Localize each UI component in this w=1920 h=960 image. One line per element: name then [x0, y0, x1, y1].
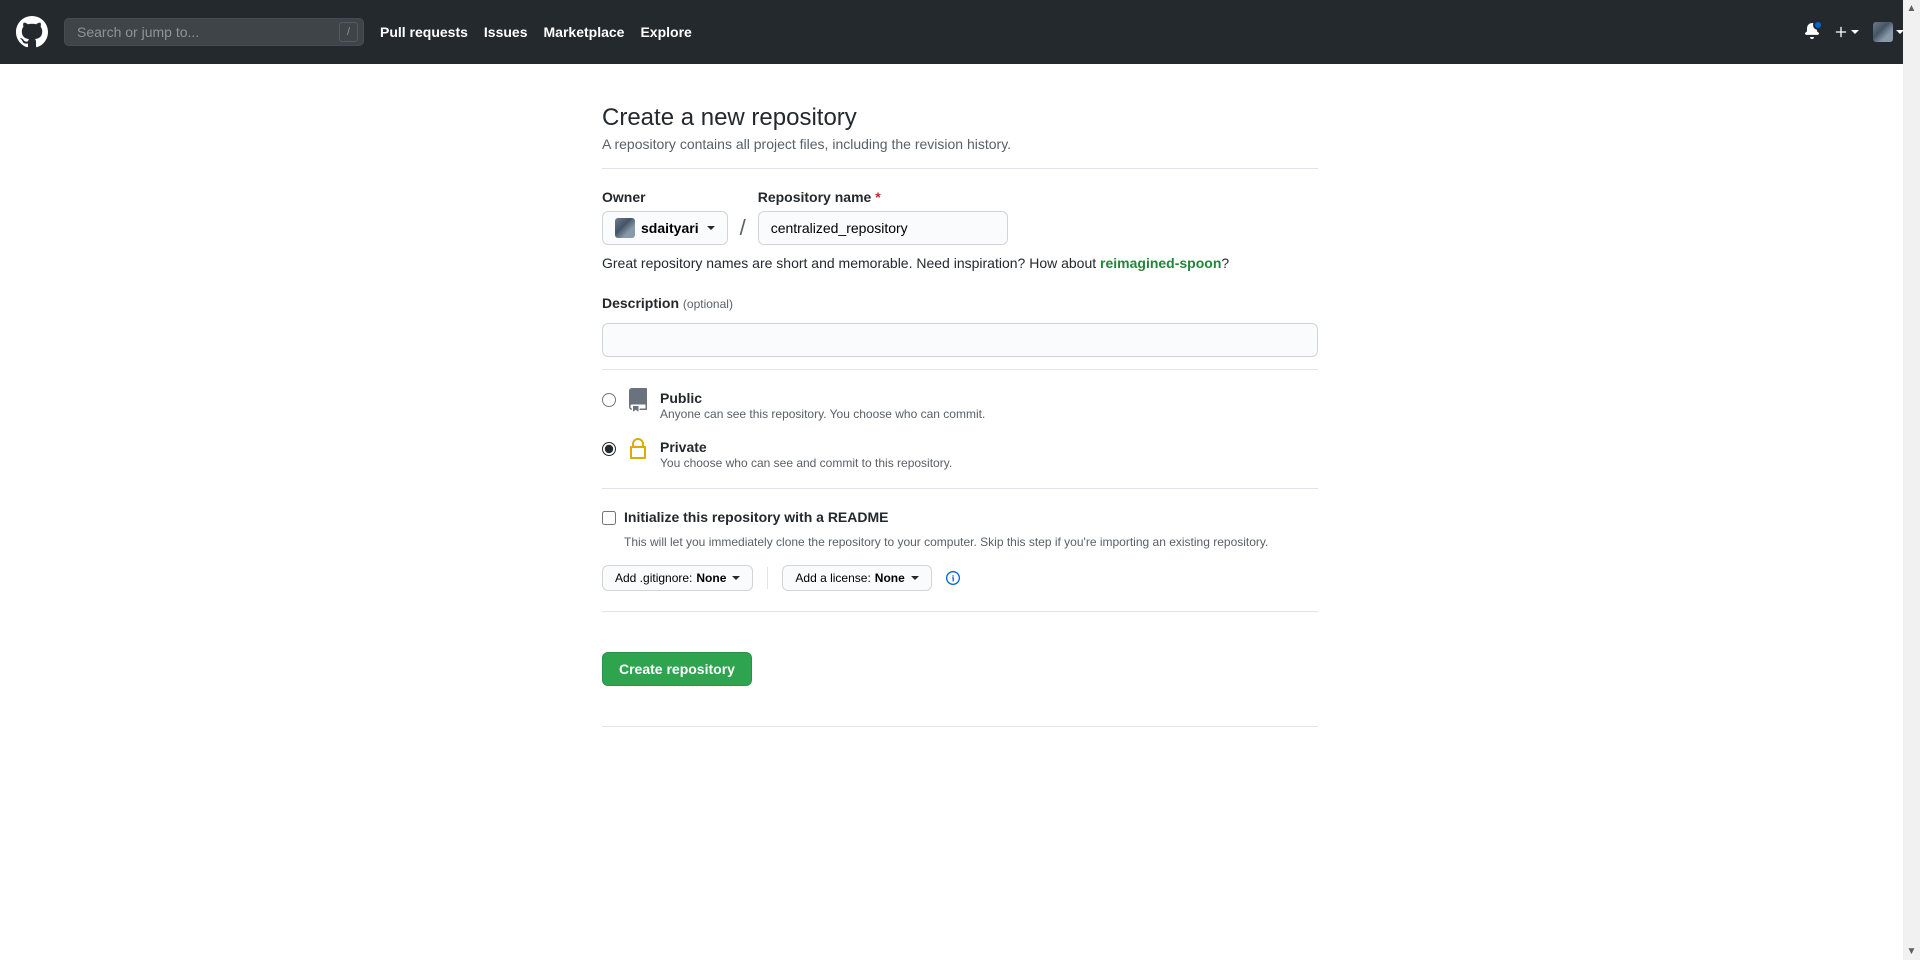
public-title: Public [660, 390, 985, 406]
init-readme-row: Initialize this repository with a README [602, 509, 1318, 531]
nav-links: Pull requests Issues Marketplace Explore [380, 24, 692, 40]
owner-field: Owner sdaityari [602, 189, 728, 245]
repo-name-field: Repository name [758, 189, 1008, 245]
caret-down-icon [911, 576, 919, 580]
slash-separator: / [740, 215, 746, 245]
scroll-up-arrow[interactable]: ▲ [1903, 0, 1920, 17]
repo-icon [626, 388, 650, 415]
visibility-public-option: Public Anyone can see this repository. Y… [602, 390, 1318, 421]
caret-down-icon [732, 576, 740, 580]
main-content: Create a new repository A repository con… [602, 64, 1318, 787]
repo-name-label: Repository name [758, 189, 1008, 205]
page-title: Create a new repository [602, 104, 1318, 132]
search-wrap: / [64, 18, 364, 46]
page-subtitle: A repository contains all project files,… [602, 136, 1318, 152]
lock-icon [626, 437, 650, 464]
gitignore-value: None [696, 571, 726, 585]
gitignore-select-button[interactable]: Add .gitignore: None [602, 565, 753, 591]
license-select-button[interactable]: Add a license: None [782, 565, 931, 591]
avatar [615, 218, 635, 238]
notification-dot [1813, 20, 1823, 30]
caret-down-icon [1851, 30, 1859, 34]
owner-label: Owner [602, 189, 728, 205]
owner-name: sdaityari [641, 220, 699, 236]
nav-marketplace[interactable]: Marketplace [544, 24, 625, 40]
create-new-menu[interactable] [1834, 25, 1859, 39]
nav-explore[interactable]: Explore [640, 24, 691, 40]
avatar [1873, 22, 1893, 42]
name-hint: Great repository names are short and mem… [602, 255, 1318, 271]
visibility-private-option: Private You choose who can see and commi… [602, 439, 1318, 470]
scroll-down-arrow[interactable]: ▼ [1903, 943, 1920, 960]
owner-select-button[interactable]: sdaityari [602, 211, 728, 245]
divider [602, 369, 1318, 370]
private-title: Private [660, 439, 952, 455]
public-text: Public Anyone can see this repository. Y… [660, 390, 985, 421]
name-suggestion-link[interactable]: reimagined-spoon [1100, 255, 1221, 271]
optional-text: (optional) [683, 297, 733, 311]
header-right [1804, 22, 1904, 42]
user-menu[interactable] [1873, 22, 1904, 42]
init-readme-label: Initialize this repository with a README [624, 509, 888, 525]
init-readme-checkbox[interactable] [602, 511, 616, 525]
scrollbar[interactable]: ▲ ▼ [1903, 0, 1920, 960]
owner-name-row: Owner sdaityari / Repository name [602, 189, 1318, 245]
init-readme-note: This will let you immediately clone the … [624, 535, 1318, 549]
private-radio[interactable] [602, 442, 616, 456]
description-input[interactable] [602, 323, 1318, 357]
search-input[interactable] [64, 18, 364, 46]
description-field: Description (optional) [602, 295, 1318, 357]
repo-name-input[interactable] [758, 211, 1008, 245]
nav-pull-requests[interactable]: Pull requests [380, 24, 468, 40]
private-note: You choose who can see and commit to thi… [660, 456, 952, 470]
create-repository-button[interactable]: Create repository [602, 652, 752, 686]
options-row: Add .gitignore: None Add a license: None [602, 565, 1318, 591]
global-header: / Pull requests Issues Marketplace Explo… [0, 0, 1920, 64]
hint-prefix: Great repository names are short and mem… [602, 255, 1100, 271]
hint-suffix: ? [1221, 255, 1229, 271]
description-label: Description (optional) [602, 295, 1318, 311]
github-logo-icon[interactable] [16, 16, 48, 48]
license-label: Add a license: [795, 571, 870, 585]
plus-icon [1834, 25, 1848, 39]
info-icon[interactable] [946, 571, 960, 585]
divider [602, 168, 1318, 169]
divider [602, 611, 1318, 612]
notifications-button[interactable] [1804, 23, 1820, 42]
license-value: None [875, 571, 905, 585]
gitignore-label: Add .gitignore: [615, 571, 692, 585]
nav-issues[interactable]: Issues [484, 24, 528, 40]
private-text: Private You choose who can see and commi… [660, 439, 952, 470]
vertical-separator [767, 567, 768, 589]
divider [602, 726, 1318, 727]
public-note: Anyone can see this repository. You choo… [660, 407, 985, 421]
desc-label-text: Description [602, 295, 679, 311]
public-radio[interactable] [602, 393, 616, 407]
divider [602, 488, 1318, 489]
caret-down-icon [707, 226, 715, 230]
slash-key-hint: / [339, 22, 358, 42]
